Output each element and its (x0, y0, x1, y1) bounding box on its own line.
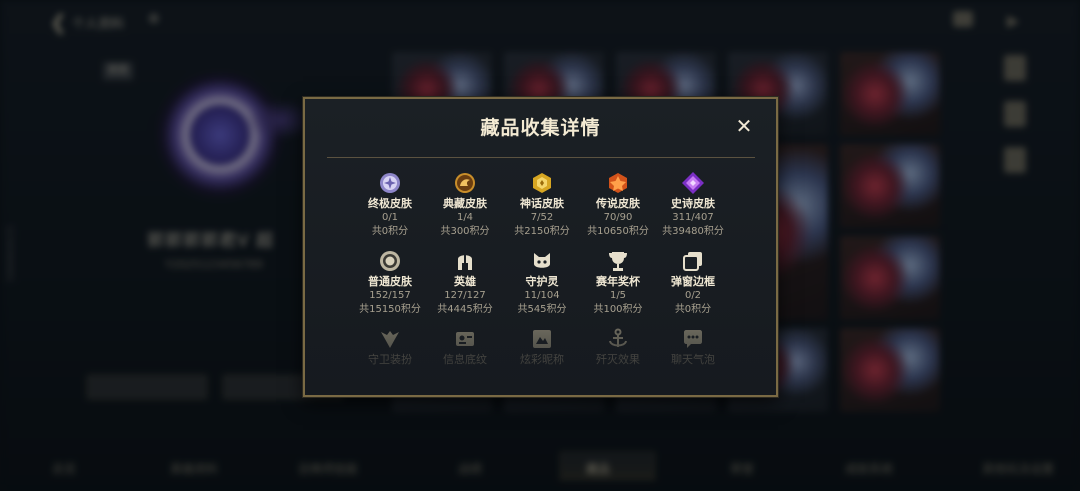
item-name: 传说皮肤 (596, 197, 640, 210)
item-points: 共545积分 (517, 304, 567, 315)
item-count: 1/5 (609, 290, 627, 301)
item-name: 典藏皮肤 (443, 197, 487, 210)
item-count: 152/157 (369, 290, 411, 301)
item-name: 守卫装扮 (368, 353, 412, 366)
item-count: 7/52 (530, 212, 554, 223)
item-count: 311/407 (672, 212, 714, 223)
item-count: 70/90 (603, 212, 633, 223)
item-name: 普通皮肤 (368, 275, 412, 288)
kill-effect-icon (609, 328, 627, 347)
collection-item-chat-bubble[interactable]: 聊天气泡 (653, 328, 733, 367)
item-points: 共2150积分 (514, 226, 570, 237)
item-points: 共0积分 (371, 226, 409, 237)
info-card-icon (456, 332, 474, 346)
item-name: 终极皮肤 (368, 197, 412, 210)
item-name: 史诗皮肤 (671, 197, 715, 210)
item-points: 共100积分 (593, 304, 643, 315)
close-button[interactable]: ✕ (734, 116, 754, 136)
item-name: 信息底纹 (443, 353, 487, 366)
item-points: 共15150积分 (359, 304, 421, 315)
item-name: 神话皮肤 (520, 197, 564, 210)
item-points: 共39480积分 (662, 226, 724, 237)
item-count: 0/1 (381, 212, 399, 223)
guardian-outfit-icon (381, 331, 399, 348)
ultimate-skin-icon (380, 173, 400, 193)
collection-item-epic-skin[interactable]: 史诗皮肤 311/407 共39480积分 (653, 172, 733, 239)
popup-frame-icon (683, 252, 702, 271)
dialog-title: 藏品收集详情 (480, 117, 601, 139)
item-name: 守护灵 (525, 275, 559, 288)
item-points: 共0积分 (674, 304, 712, 315)
collection-item-treasure-skin[interactable]: 典藏皮肤 1/4 共300积分 (425, 172, 505, 239)
mythic-skin-icon (533, 173, 551, 193)
item-count: 1/4 (456, 212, 474, 223)
collection-item-colorful-name[interactable]: 炫彩昵称 (502, 328, 582, 367)
item-count: 0/2 (684, 290, 702, 301)
item-name: 赛年奖杯 (596, 275, 640, 288)
collection-item-ultimate-skin[interactable]: 终极皮肤 0/1 共0积分 (350, 172, 430, 239)
collection-item-guardian-spirit[interactable]: 守护灵 11/104 共545积分 (502, 250, 582, 317)
chat-bubble-icon (684, 330, 702, 348)
collection-item-hero[interactable]: 英雄 127/127 共4445积分 (425, 250, 505, 317)
collection-item-normal-skin[interactable]: 普通皮肤 152/157 共15150积分 (350, 250, 430, 317)
collection-detail-dialog: 藏品收集详情 ✕ 终极皮肤 0/1 共0积分 典藏皮肤 1/4 共300积分 神… (303, 97, 778, 397)
collection-item-kill-effect[interactable]: 歼灭效果 (578, 328, 658, 367)
season-trophy-icon (609, 252, 627, 271)
collection-item-legendary-skin[interactable]: 传说皮肤 70/90 共10650积分 (578, 172, 658, 239)
collection-item-info-card[interactable]: 信息底纹 (425, 328, 505, 367)
guardian-spirit-icon (534, 253, 550, 268)
item-name: 弹窗边框 (671, 275, 715, 288)
colorful-name-icon (533, 330, 551, 348)
treasure-skin-icon (455, 173, 475, 193)
divider (327, 157, 755, 158)
collection-item-popup-frame[interactable]: 弹窗边框 0/2 共0积分 (653, 250, 733, 317)
item-name: 聊天气泡 (671, 353, 715, 366)
hero-helmet-icon (458, 255, 472, 270)
normal-skin-icon (380, 251, 400, 271)
collection-item-season-trophy[interactable]: 赛年奖杯 1/5 共100积分 (578, 250, 658, 317)
collection-item-mythic-skin[interactable]: 神话皮肤 7/52 共2150积分 (502, 172, 582, 239)
item-name: 炫彩昵称 (520, 353, 564, 366)
item-points: 共4445积分 (437, 304, 493, 315)
legendary-skin-icon (609, 173, 627, 193)
collection-item-guardian-outfit[interactable]: 守卫装扮 (350, 328, 430, 367)
item-name: 歼灭效果 (596, 353, 640, 366)
item-count: 127/127 (444, 290, 486, 301)
item-count: 11/104 (524, 290, 560, 301)
item-points: 共10650积分 (587, 226, 649, 237)
item-name: 英雄 (454, 275, 476, 288)
epic-skin-icon (682, 172, 704, 194)
item-points: 共300积分 (440, 226, 490, 237)
